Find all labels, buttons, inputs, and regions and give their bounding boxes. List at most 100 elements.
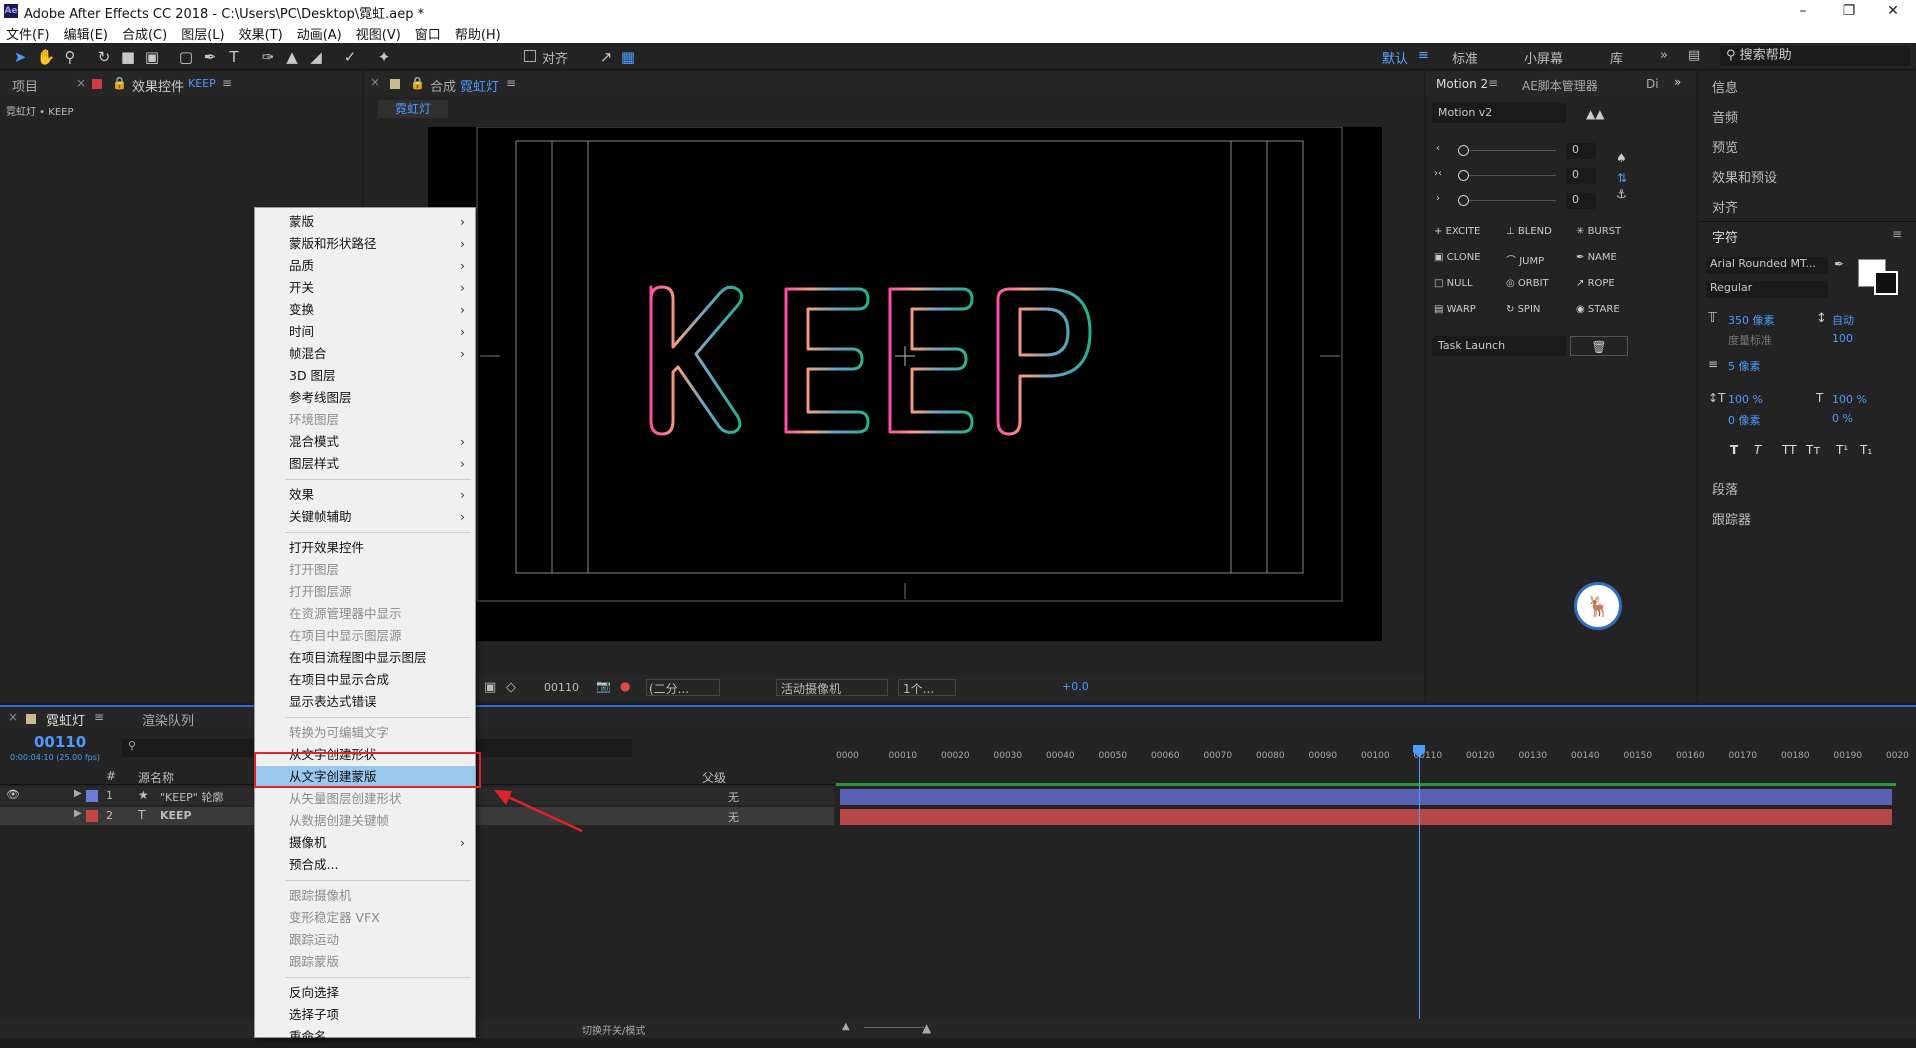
faux-bold-button[interactable]: T (1730, 443, 1738, 457)
context-menu-item[interactable]: 参考线图层 (255, 387, 475, 409)
work-area-bar[interactable] (836, 783, 1896, 786)
kerning-value[interactable]: 度量标准 (1728, 332, 1772, 348)
stroke-color-swatch[interactable] (1874, 271, 1898, 295)
minimize-button[interactable]: – (1780, 0, 1826, 22)
workspace-standard[interactable]: 标准 (1452, 48, 1478, 67)
slider-track[interactable] (1460, 150, 1556, 151)
visibility-eye-icon[interactable]: 👁 (6, 788, 20, 801)
lock-icon[interactable]: 🔒 (410, 76, 425, 90)
layer-name[interactable]: KEEP (160, 809, 192, 822)
context-menu-item[interactable]: 图层样式 › (255, 453, 475, 475)
slider-knob[interactable] (1458, 170, 1469, 181)
help-search-input[interactable]: ⚲ 搜索帮助 (1720, 46, 1910, 66)
type-tool-icon[interactable]: T (224, 47, 244, 67)
tab-effect-controls[interactable]: 效果控件 (132, 76, 184, 95)
snap-target-icon[interactable]: ▦ (618, 47, 638, 67)
tsume-value[interactable]: 0 % (1832, 412, 1853, 425)
layer-parent-select[interactable]: 无 (728, 809, 739, 825)
context-menu-item[interactable]: 在项目中显示合成 (255, 669, 475, 691)
snap-checkbox[interactable] (524, 50, 536, 62)
slider-value-2[interactable]: 0 (1566, 168, 1596, 184)
resolution-select[interactable]: (二分... (646, 679, 720, 696)
slider-track[interactable] (1460, 200, 1556, 201)
tab-script-manager[interactable]: AE脚本管理器 (1522, 77, 1598, 94)
slider-value-1[interactable]: 0 (1566, 143, 1596, 159)
small-caps-button[interactable]: Tт (1806, 443, 1820, 457)
font-style-select[interactable]: Regular (1706, 281, 1828, 298)
layer-bar-1[interactable] (840, 789, 1892, 805)
layer-parent-select[interactable]: 无 (728, 789, 739, 805)
tab-composition-label[interactable]: 合成 (430, 76, 456, 95)
toggle-switches-modes[interactable]: 切换开关/模式 (582, 1022, 645, 1037)
context-menu-item[interactable]: 重命名 (255, 1026, 475, 1048)
orbit-button[interactable]: ◎ ORBIT (1506, 278, 1549, 289)
snapshot-icon[interactable]: 📷 (596, 679, 611, 693)
tab-composition-name[interactable]: 霓虹灯 (460, 76, 499, 95)
context-menu-item[interactable]: 效果 › (255, 484, 475, 506)
layer-label-color[interactable] (86, 790, 98, 802)
context-menu-item[interactable]: 开关 › (255, 277, 475, 299)
selection-tool-icon[interactable]: ➤ (10, 47, 30, 67)
close-icon[interactable]: × (8, 710, 18, 724)
panel-menu-icon[interactable]: ≡ (94, 710, 104, 724)
expand-arrow-icon[interactable]: ▶ (74, 808, 82, 819)
camera-tool-icon[interactable]: ■ (118, 47, 138, 67)
tab-di[interactable]: Di (1646, 77, 1659, 91)
more-panels-button[interactable]: » (1674, 75, 1681, 89)
rotate-tool-icon[interactable]: ↻ (94, 47, 114, 67)
menu-help[interactable]: 帮助(H) (449, 22, 509, 43)
context-menu-item[interactable]: 蒙版 › (255, 211, 475, 233)
mountain-icon[interactable]: ▲▲ (1586, 107, 1604, 121)
context-menu-item[interactable]: 3D 图层 (255, 365, 475, 387)
tab-effect-layer-name[interactable]: KEEP (188, 77, 216, 90)
zoom-tool-icon[interactable]: ⚲ (60, 47, 80, 67)
snap-options-icon[interactable]: ↗ (596, 47, 616, 67)
pin-icon[interactable]: ♠ (1616, 151, 1627, 165)
views-select[interactable]: 1个... (898, 679, 956, 696)
blend-button[interactable]: ⊥ BLEND (1506, 226, 1552, 237)
rope-button[interactable]: ↗ ROPE (1576, 278, 1615, 289)
menu-window[interactable]: 窗口 (409, 22, 449, 43)
context-menu-item[interactable]: 帧混合 › (255, 343, 475, 365)
stare-button[interactable]: ◉ STARE (1576, 304, 1620, 315)
null-button[interactable]: □ NULL (1434, 278, 1473, 289)
slider-track[interactable] (1460, 175, 1556, 176)
panel-menu-icon[interactable]: ≡ (1892, 227, 1902, 241)
vertical-scale-value[interactable]: 100 % (1728, 393, 1763, 406)
lock-icon[interactable]: 🔒 (112, 76, 127, 90)
context-menu-item[interactable]: 关键帧辅助 › (255, 506, 475, 528)
mask-toggle-icon[interactable]: ◇ (506, 680, 516, 695)
context-menu-item[interactable]: 显示表达式错误 (255, 691, 475, 713)
menu-composition[interactable]: 合成(C) (116, 22, 175, 43)
expand-arrow-icon[interactable]: ▶ (74, 788, 82, 799)
workspace-library[interactable]: 库 (1610, 48, 1623, 67)
zoom-out-icon[interactable]: ▲ (842, 1021, 850, 1032)
warp-button[interactable]: ▤ WARP (1434, 304, 1476, 315)
clone-stamp-tool-icon[interactable]: ▲ (282, 47, 302, 67)
panel-audio[interactable]: 音频 (1712, 107, 1738, 126)
menu-view[interactable]: 视图(V) (350, 22, 409, 43)
horizontal-scale-value[interactable]: 100 % (1832, 393, 1867, 406)
panel-tracker[interactable]: 跟踪器 (1712, 509, 1751, 528)
context-menu-item[interactable]: 蒙版和形状路径 › (255, 233, 475, 255)
font-family-select[interactable]: Arial Rounded MT... (1706, 257, 1828, 274)
link-icon[interactable]: ⇅ (1617, 171, 1627, 185)
context-menu-item[interactable]: 打开效果控件 (255, 537, 475, 559)
menu-effect[interactable]: 效果(T) (233, 22, 291, 43)
context-menu-item[interactable]: 摄像机 › (255, 832, 475, 854)
eyedropper-icon[interactable]: ✒ (1834, 257, 1844, 271)
tab-render-queue[interactable]: 渲染队列 (142, 710, 194, 729)
excite-button[interactable]: + EXCITE (1434, 226, 1480, 237)
context-menu-item[interactable]: 反向选择 (255, 982, 475, 1004)
font-size-value[interactable]: 350 像素 (1728, 312, 1775, 328)
camera-select[interactable]: 活动摄像机 (776, 679, 888, 696)
burst-button[interactable]: ✳ BURST (1576, 226, 1621, 237)
zoom-in-icon[interactable]: ▲ (922, 1021, 931, 1035)
panel-menu-icon[interactable]: ≡ (506, 76, 516, 90)
workspace-default[interactable]: 默认 (1382, 48, 1408, 67)
exposure-value[interactable]: +0.0 (1062, 680, 1089, 693)
context-menu-item[interactable]: 品质 › (255, 255, 475, 277)
workspace-menu-icon[interactable]: ≡ (1418, 48, 1429, 63)
layer-bar-2[interactable] (840, 809, 1892, 825)
tracking-value[interactable]: 100 (1832, 332, 1853, 345)
